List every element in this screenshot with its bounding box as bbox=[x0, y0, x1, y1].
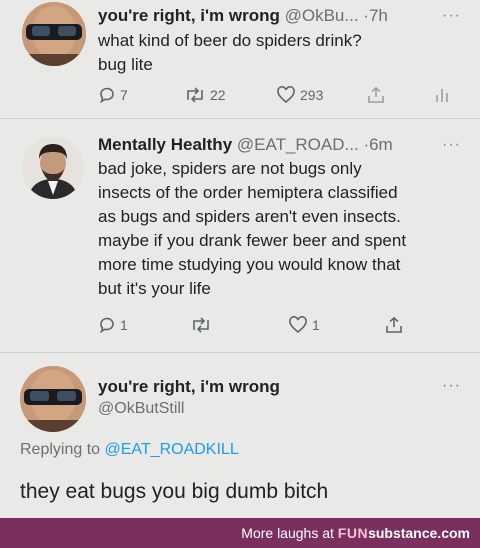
tweet-1: you're right, i'm wrong @OkBu... ·7h ···… bbox=[0, 0, 480, 118]
watermark-text: More laughs at FUNsubstance.com bbox=[241, 525, 470, 541]
retweet-icon bbox=[193, 317, 209, 333]
reply-icon bbox=[100, 317, 114, 334]
tweet-author[interactable]: you're right, i'm wrong @OkBu... ·7h bbox=[98, 6, 388, 26]
tweet-actions: 7 22 293 bbox=[98, 86, 468, 108]
share-button[interactable] bbox=[384, 316, 404, 334]
replying-to-link[interactable]: @EAT_ROADKILL bbox=[105, 441, 239, 458]
author-handle[interactable]: @OkButStill bbox=[98, 400, 184, 418]
share-icon bbox=[386, 316, 402, 333]
tweet-author-name[interactable]: you're right, i'm wrong bbox=[98, 377, 280, 397]
tweet-line: bad joke, spiders are not bugs only bbox=[98, 159, 362, 178]
tweet-line: but it's your life bbox=[98, 279, 211, 298]
tweet-line: bug lite bbox=[98, 55, 153, 74]
like-button[interactable]: 1 bbox=[288, 316, 320, 334]
tweet-text: they eat bugs you big dumb bitch bbox=[20, 480, 329, 503]
tweet-text: bad joke, spiders are not bugs only inse… bbox=[98, 157, 406, 301]
tweet-time: ·7h bbox=[363, 6, 388, 25]
brand-rest: substance.com bbox=[368, 525, 470, 541]
like-button[interactable]: 293 bbox=[276, 86, 323, 104]
tweet-2: Mentally Healthy @EAT_ROAD... ·6m ··· ba… bbox=[0, 119, 480, 351]
like-count: 1 bbox=[312, 317, 320, 333]
retweet-button[interactable]: 22 bbox=[184, 86, 226, 104]
avatar[interactable] bbox=[20, 366, 86, 432]
reply-button[interactable]: 7 bbox=[98, 86, 128, 104]
replying-to: Replying to @EAT_ROADKILL bbox=[20, 441, 239, 459]
tweet-text: what kind of beer do spiders drink? bug … bbox=[98, 29, 362, 77]
retweet-button[interactable] bbox=[190, 316, 212, 334]
watermark-prefix: More laughs at bbox=[241, 525, 334, 541]
analytics-button[interactable] bbox=[434, 86, 450, 104]
site-watermark: More laughs at FUNsubstance.com bbox=[0, 518, 480, 548]
tweet-line: what kind of beer do spiders drink? bbox=[98, 31, 362, 50]
reply-button[interactable]: 1 bbox=[98, 316, 128, 334]
avatar-image bbox=[22, 2, 86, 66]
like-count: 293 bbox=[300, 87, 324, 103]
tweet-line: insects of the order hemiptera classifie… bbox=[98, 183, 398, 202]
share-button[interactable] bbox=[366, 86, 386, 104]
tweet-3: you're right, i'm wrong ··· @OkButStill … bbox=[0, 353, 480, 518]
reply-icon bbox=[100, 87, 114, 104]
more-options-icon[interactable]: ··· bbox=[442, 377, 461, 395]
avatar[interactable] bbox=[22, 2, 86, 66]
tweet-line: more time studying you would know that bbox=[98, 255, 401, 274]
heart-icon bbox=[289, 316, 307, 334]
analytics-icon bbox=[436, 89, 448, 102]
reply-count: 7 bbox=[120, 87, 128, 103]
avatar[interactable] bbox=[22, 137, 84, 199]
author-name: you're right, i'm wrong bbox=[98, 6, 280, 25]
replying-prefix: Replying to bbox=[20, 441, 101, 458]
retweet-count: 22 bbox=[210, 87, 226, 103]
avatar-image bbox=[20, 366, 86, 432]
tweet-actions: 1 1 bbox=[98, 316, 438, 338]
tweet-line: as bugs and spiders aren't even insects. bbox=[98, 207, 401, 226]
author-handle: @EAT_ROAD... bbox=[236, 135, 359, 154]
tweet-line: maybe if you drank fewer beer and spent bbox=[98, 231, 407, 250]
retweet-icon bbox=[187, 87, 203, 103]
avatar-image bbox=[22, 137, 84, 199]
tweet-time: ·6m bbox=[363, 135, 393, 154]
heart-icon bbox=[277, 86, 295, 104]
reply-count: 1 bbox=[120, 317, 128, 333]
tweet-author[interactable]: Mentally Healthy @EAT_ROAD... ·6m bbox=[98, 135, 393, 155]
author-name: Mentally Healthy bbox=[98, 135, 233, 154]
more-options-icon[interactable]: ··· bbox=[442, 136, 461, 154]
author-handle: @OkBu... bbox=[284, 6, 359, 25]
brand-fun: FUN bbox=[337, 525, 369, 541]
more-options-icon[interactable]: ··· bbox=[442, 7, 461, 25]
share-icon bbox=[368, 86, 384, 103]
